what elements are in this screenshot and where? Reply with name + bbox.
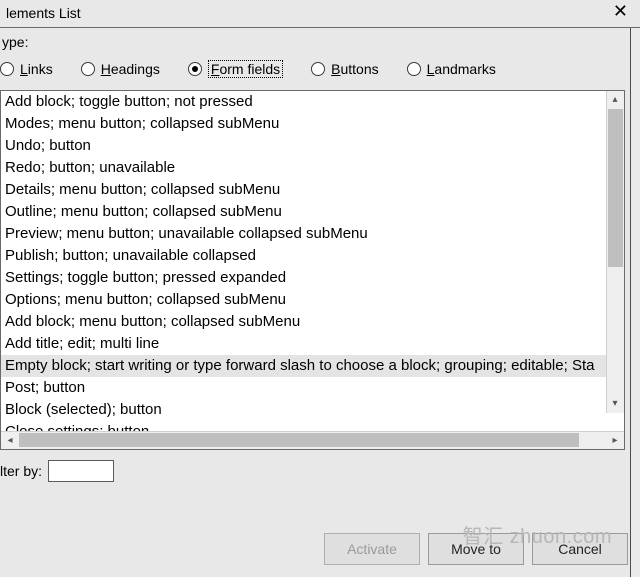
list-item[interactable]: Empty block; start writing or type forwa… (1, 355, 606, 377)
type-radio-headings[interactable]: Headings (81, 61, 160, 77)
type-radio-form-fields[interactable]: Form fields (188, 60, 283, 78)
horizontal-scrollbar[interactable]: ◂ ▸ (1, 431, 624, 449)
elements-listbox[interactable]: Add block; toggle button; not pressedMod… (0, 90, 625, 450)
filter-label: lter by: (0, 463, 42, 479)
radio-circle-icon (188, 62, 202, 76)
filter-input[interactable] (48, 460, 114, 482)
radio-circle-icon (407, 62, 421, 76)
dialog-buttons: Activate Move to Cancel (324, 533, 628, 565)
list-item[interactable]: Outline; menu button; collapsed subMenu (1, 201, 606, 223)
move-to-button[interactable]: Move to (428, 533, 524, 565)
type-radio-group: Links Headings Form fields Buttons Landmarks (0, 54, 640, 90)
list-item[interactable]: Publish; button; unavailable collapsed (1, 245, 606, 267)
list-item[interactable]: Redo; button; unavailable (1, 157, 606, 179)
list-item[interactable]: Post; button (1, 377, 606, 399)
listbox-viewport: Add block; toggle button; not pressedMod… (1, 91, 624, 431)
close-icon[interactable]: ✕ (607, 4, 634, 18)
radio-circle-icon (81, 62, 95, 76)
radio-label: Links (20, 61, 53, 77)
listbox-items: Add block; toggle button; not pressedMod… (1, 91, 606, 431)
type-radio-landmarks[interactable]: Landmarks (407, 61, 496, 77)
radio-circle-icon (311, 62, 325, 76)
radio-label: Form fields (208, 60, 283, 78)
list-item[interactable]: Details; menu button; collapsed subMenu (1, 179, 606, 201)
type-label-row: ype: (0, 28, 640, 54)
vertical-scroll-thumb[interactable] (608, 109, 623, 267)
window-title: lements List (6, 4, 81, 22)
cancel-button[interactable]: Cancel (532, 533, 628, 565)
activate-button[interactable]: Activate (324, 533, 420, 565)
list-item[interactable]: Close settings; button (1, 421, 606, 431)
list-item[interactable]: Add block; toggle button; not pressed (1, 91, 606, 113)
list-item[interactable]: Undo; button (1, 135, 606, 157)
radio-label: Buttons (331, 61, 378, 77)
scroll-up-icon[interactable]: ▴ (606, 91, 624, 109)
horizontal-scroll-thumb[interactable] (19, 433, 579, 447)
vertical-scrollbar[interactable]: ▴ ▾ (606, 91, 624, 413)
list-item[interactable]: Options; menu button; collapsed subMenu (1, 289, 606, 311)
list-item[interactable]: Modes; menu button; collapsed subMenu (1, 113, 606, 135)
list-item[interactable]: Block (selected); button (1, 399, 606, 421)
scroll-left-icon[interactable]: ◂ (1, 432, 19, 450)
type-radio-buttons[interactable]: Buttons (311, 61, 378, 77)
list-item[interactable]: Add block; menu button; collapsed subMen… (1, 311, 606, 333)
list-item[interactable]: Settings; toggle button; pressed expande… (1, 267, 606, 289)
list-item[interactable]: Preview; menu button; unavailable collap… (1, 223, 606, 245)
scroll-right-icon[interactable]: ▸ (606, 432, 624, 450)
radio-circle-icon (0, 62, 14, 76)
window-right-edge (630, 28, 640, 577)
radio-label: Headings (101, 61, 160, 77)
filter-row: lter by: (0, 450, 640, 482)
type-label: ype: (0, 34, 28, 50)
type-radio-links[interactable]: Links (0, 61, 53, 77)
scroll-down-icon[interactable]: ▾ (606, 395, 624, 413)
list-item[interactable]: Add title; edit; multi line (1, 333, 606, 355)
title-bar: lements List ✕ (0, 0, 640, 28)
radio-label: Landmarks (427, 61, 496, 77)
